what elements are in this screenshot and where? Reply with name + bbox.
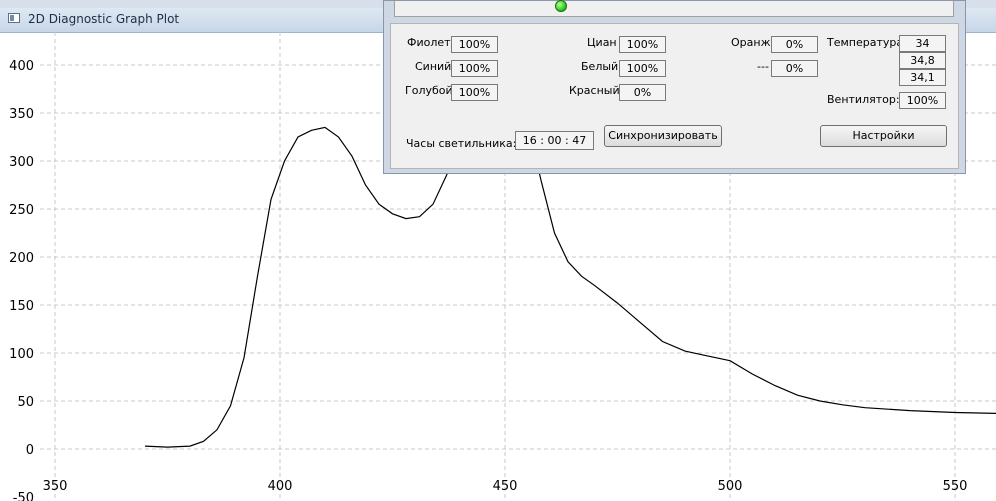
y-tick-label: 100 (9, 347, 34, 362)
settings-button[interactable]: Настройки (820, 125, 947, 147)
y-tick-label: 400 (9, 59, 34, 74)
x-tick-label: 550 (943, 479, 968, 494)
other-value: 0% (771, 60, 818, 77)
temperature-value-1: 34 (899, 35, 946, 52)
temperature-value-3: 34,1 (899, 69, 946, 86)
y-tick-label: 150 (9, 299, 34, 314)
temperature-label: Температура: (827, 36, 907, 49)
red-value: 0% (619, 84, 666, 101)
panel-top-strip (394, 0, 954, 17)
y-tick-label: 300 (9, 155, 34, 170)
lightblue-label: Голубой (405, 84, 453, 97)
x-tick-label: 350 (43, 479, 68, 494)
blue-label: Синий (415, 60, 452, 73)
blue-value: 100% (451, 60, 498, 77)
white-value: 100% (619, 60, 666, 77)
clock-label: Часы светильника: (406, 137, 517, 150)
y-tick-label: 200 (9, 251, 34, 266)
orange-label: Оранж (731, 36, 771, 49)
fan-value: 100% (899, 92, 946, 109)
x-tick-label: 450 (493, 479, 518, 494)
fan-label: Вентилятор: (827, 93, 900, 106)
cyan-value: 100% (619, 36, 666, 53)
lamp-control-panel: Фиолет 100% Синий 100% Голубой 100% Циан… (383, 0, 966, 174)
white-label: Белый (581, 60, 619, 73)
violet-label: Фиолет (407, 36, 451, 49)
x-tick-label: 500 (718, 479, 743, 494)
lightblue-value: 100% (451, 84, 498, 101)
y-tick-label: 0 (26, 443, 34, 458)
x-tick-label: 400 (268, 479, 293, 494)
orange-value: 0% (771, 36, 818, 53)
temperature-value-2: 34,8 (899, 52, 946, 69)
cyan-label: Циан (587, 36, 617, 49)
window-app-icon (8, 13, 20, 23)
status-led-icon (555, 0, 567, 12)
y-tick-label: 350 (9, 107, 34, 122)
clock-value: 16 : 00 : 47 (515, 131, 594, 150)
y-tick-label: -50 (13, 491, 34, 501)
red-label: Красный (569, 84, 620, 97)
panel-channels-group: Фиолет 100% Синий 100% Голубой 100% Циан… (390, 23, 959, 169)
sync-button[interactable]: Синхронизировать (604, 125, 722, 147)
y-tick-label: 250 (9, 203, 34, 218)
other-label: --- (757, 60, 769, 73)
y-tick-label: 50 (17, 395, 34, 410)
violet-value: 100% (451, 36, 498, 53)
plot-window-title: 2D Diagnostic Graph Plot (28, 12, 180, 26)
